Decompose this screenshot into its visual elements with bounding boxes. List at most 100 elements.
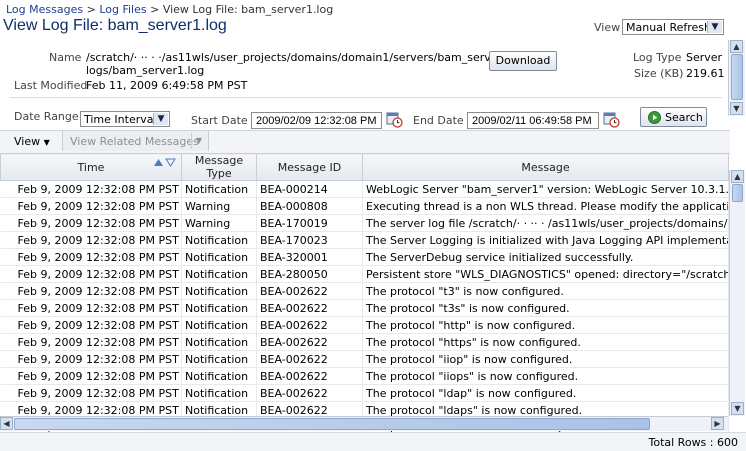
- table-row[interactable]: Feb 9, 2009 12:32:08 PM PST Warning BEA-17…: [0, 214, 729, 232]
- cell-message-id: BEA-000808: [256, 197, 363, 215]
- breadcrumb-log-messages[interactable]: Log Messages: [6, 3, 83, 16]
- page-scrollbar[interactable]: ▲ ▼: [728, 40, 745, 116]
- start-date-input[interactable]: [251, 112, 382, 129]
- cell-message-type: Notification: [181, 180, 257, 198]
- scroll-left-icon[interactable]: ◀: [0, 417, 13, 430]
- view-label: View: [594, 21, 621, 34]
- size-label: Size (KB): [634, 67, 684, 80]
- cell-message: Persistent store "WLS_DIAGNOSTICS" opene…: [362, 265, 729, 283]
- scroll-up-icon[interactable]: ▲: [730, 40, 743, 53]
- start-date-label: Start Date: [191, 114, 248, 127]
- table-vertical-scrollbar[interactable]: ▲ ▼: [729, 170, 745, 416]
- column-header-message-id[interactable]: Message ID: [256, 153, 363, 181]
- cell-time: Feb 9, 2009 12:32:08 PM PST: [0, 197, 182, 215]
- cell-message-type: Notification: [181, 367, 257, 385]
- cell-message-id: BEA-002622: [256, 350, 363, 368]
- log-type-value: Server: [686, 51, 723, 64]
- cell-message: The server log file /scratch/· · ·· · /a…: [362, 214, 729, 232]
- cell-message-type: Notification: [181, 282, 257, 300]
- calendar-clock-icon[interactable]: [386, 111, 403, 128]
- cell-time: Feb 9, 2009 12:32:08 PM PST: [0, 350, 182, 368]
- table-row[interactable]: Feb 9, 2009 12:32:08 PM PSTNotificationB…: [0, 265, 729, 283]
- table-row[interactable]: Feb 9, 2009 12:32:08 PM PSTNotificationB…: [0, 316, 729, 334]
- cell-message-id: BEA-002622: [256, 282, 363, 300]
- search-button-label: Search: [665, 111, 703, 124]
- cell-message-type: Notification: [181, 231, 257, 249]
- cell-message-type: Notification: [181, 265, 257, 283]
- table-row[interactable]: Feb 9, 2009 12:32:08 PM PSTNotificationB…: [0, 367, 729, 385]
- log-type-label: Log Type: [633, 51, 682, 64]
- cell-message: The protocol "iiop" is now configured.: [362, 350, 729, 368]
- cell-message-id: BEA-002622: [256, 316, 363, 334]
- cell-message-type: Notification: [181, 333, 257, 351]
- view-menu[interactable]: View ▼: [14, 135, 50, 148]
- cell-time: Feb 9, 2009 12:32:08 PM PST: [0, 282, 182, 300]
- table-row[interactable]: Feb 9, 2009 12:32:08 PM PSTNotificationB…: [0, 248, 729, 266]
- table-horizontal-scrollbar[interactable]: ◀ ▶: [0, 416, 728, 431]
- download-button[interactable]: Download: [489, 51, 557, 71]
- date-range-value: Time Interval: [84, 113, 157, 126]
- page-title: View Log File: bam_server1.log: [3, 17, 227, 34]
- column-header-message[interactable]: Message: [362, 153, 729, 181]
- cell-message: The protocol "t3s" is now configured.: [362, 299, 729, 317]
- last-modified-value: Feb 11, 2009 6:49:58 PM PST: [86, 79, 248, 92]
- table-row[interactable]: Feb 9, 2009 12:32:08 PM PST Warning BEA-00…: [0, 197, 729, 215]
- cell-time: Feb 9, 2009 12:32:08 PM PST: [0, 248, 182, 266]
- breadcrumb-current: View Log File: bam_server1.log: [162, 3, 334, 16]
- cell-message-id: BEA-002622: [256, 384, 363, 402]
- view-refresh-select[interactable]: Manual Refresh ▼: [622, 19, 724, 35]
- scroll-down-icon[interactable]: ▼: [731, 402, 744, 415]
- view-refresh-value: Manual Refresh: [626, 21, 712, 34]
- cell-time: Feb 9, 2009 12:32:08 PM PST: [0, 316, 182, 334]
- last-modified-label: Last Modified: [14, 79, 88, 92]
- date-range-label: Date Range: [14, 110, 79, 123]
- calendar-clock-icon[interactable]: [603, 111, 620, 128]
- date-range-select[interactable]: Time Interval ▼: [80, 111, 170, 127]
- sort-icon[interactable]: [153, 158, 177, 167]
- breadcrumb: Log Messages > Log Files > View Log File…: [6, 3, 333, 16]
- table-row[interactable]: Feb 9, 2009 12:32:08 PM PSTNotificationB…: [0, 333, 729, 351]
- total-rows: Total Rows : 600: [648, 436, 739, 449]
- scrollbar-thumb[interactable]: [732, 184, 743, 202]
- caret-down-icon: ▼: [43, 138, 50, 147]
- table-footer: Total Rows : 600: [0, 432, 746, 451]
- view-related-messages-button[interactable]: View Related Messages ▼: [62, 131, 209, 151]
- cell-message-id: BEA-320001: [256, 248, 363, 266]
- scrollbar-thumb[interactable]: [14, 418, 650, 430]
- cell-message-id: BEA-000214: [256, 180, 363, 198]
- table-row[interactable]: Feb 9, 2009 12:32:08 PM PSTNotificationB…: [0, 231, 729, 249]
- column-header-time[interactable]: Time: [0, 153, 182, 181]
- play-icon: [648, 111, 661, 124]
- cell-message-id: BEA-170019: [256, 214, 363, 232]
- chevron-down-icon: ▼: [153, 113, 168, 125]
- end-date-input[interactable]: [467, 112, 599, 129]
- cell-message-type: Notification: [181, 316, 257, 334]
- name-label: Name: [49, 51, 82, 64]
- log-table-body: Feb 9, 2009 12:32:08 PM PST Notification B…: [0, 180, 729, 436]
- scrollbar-thumb[interactable]: [731, 54, 743, 100]
- breadcrumb-log-files[interactable]: Log Files: [99, 3, 146, 16]
- table-row[interactable]: Feb 9, 2009 12:32:08 PM PSTNotificationB…: [0, 384, 729, 402]
- cell-message-type: Notification: [181, 299, 257, 317]
- table-row[interactable]: Feb 9, 2009 12:32:08 PM PSTNotificationB…: [0, 180, 729, 198]
- cell-message: WebLogic Server "bam_server1" version: W…: [362, 180, 729, 198]
- scroll-down-icon[interactable]: ▼: [730, 102, 743, 115]
- table-toolbar: View ▼ View Related Messages ▼: [0, 130, 730, 154]
- column-header-message-type[interactable]: Message Type: [181, 153, 257, 181]
- cell-message-id: BEA-280050: [256, 265, 363, 283]
- cell-message-type: Notification: [181, 384, 257, 402]
- cell-message-id: BEA-002622: [256, 333, 363, 351]
- scroll-right-icon[interactable]: ▶: [711, 417, 724, 430]
- table-row[interactable]: Feb 9, 2009 12:32:08 PM PSTNotificationB…: [0, 282, 729, 300]
- breadcrumb-separator: >: [86, 3, 96, 16]
- cell-time: Feb 9, 2009 12:32:08 PM PST: [0, 384, 182, 402]
- cell-message: The protocol "t3" is now configured.: [362, 282, 729, 300]
- log-table: Time Message Type Message ID Message Feb…: [0, 153, 729, 436]
- view-related-messages-label: View Related Messages: [70, 135, 199, 148]
- search-button[interactable]: Search: [640, 107, 707, 127]
- cell-message-type: Notification: [181, 248, 257, 266]
- scroll-up-icon[interactable]: ▲: [731, 170, 744, 183]
- cell-message-id: BEA-002622: [256, 367, 363, 385]
- table-row[interactable]: Feb 9, 2009 12:32:08 PM PSTNotificationB…: [0, 350, 729, 368]
- table-row[interactable]: Feb 9, 2009 12:32:08 PM PSTNotificationB…: [0, 299, 729, 317]
